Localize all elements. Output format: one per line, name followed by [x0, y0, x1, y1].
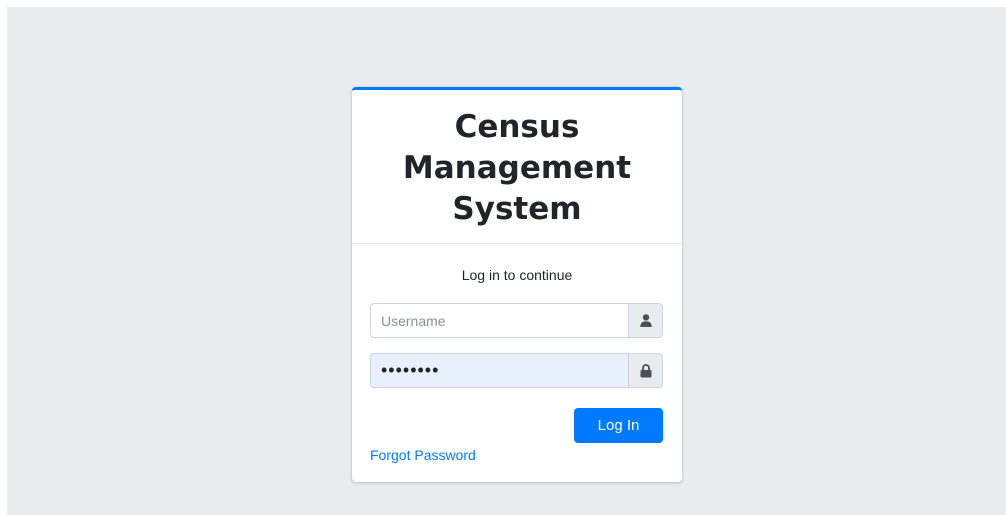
card-body: Log in to continue Log In Forgot Passwor…: [352, 244, 682, 463]
login-card: Census Management System Log in to conti…: [352, 87, 682, 482]
user-icon: [639, 314, 652, 327]
app-title: Census Management System: [402, 109, 632, 227]
username-input[interactable]: [370, 303, 628, 338]
password-input-group: [370, 353, 663, 388]
card-header: Census Management System: [352, 90, 682, 244]
username-addon: [628, 303, 663, 338]
password-input[interactable]: [370, 353, 628, 388]
password-addon: [628, 353, 663, 388]
username-input-group: [370, 303, 663, 338]
login-button[interactable]: Log In: [574, 408, 663, 443]
forgot-password-link[interactable]: Forgot Password: [370, 445, 476, 465]
login-prompt: Log in to continue: [461, 267, 573, 283]
lock-icon: [640, 363, 651, 377]
